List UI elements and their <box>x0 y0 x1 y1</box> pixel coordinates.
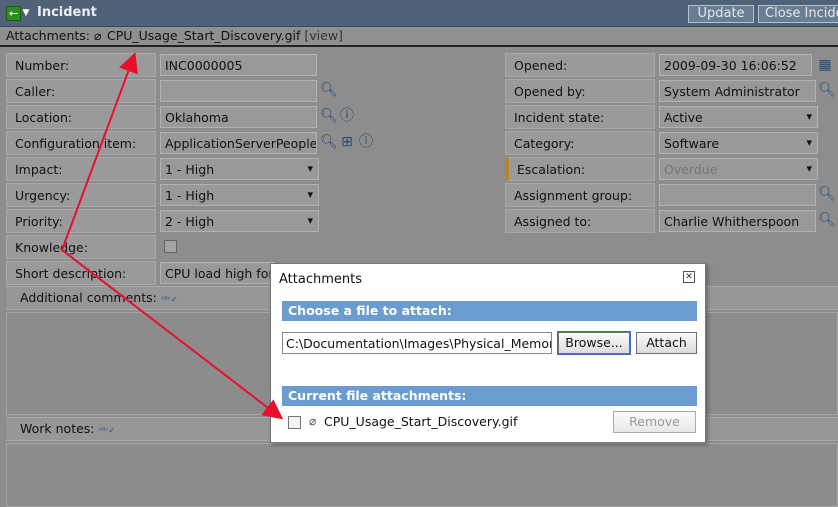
attach-button[interactable]: Attach <box>636 332 697 354</box>
page-title: Incident <box>37 5 97 20</box>
additional-comments-label: Additional comments: <box>20 290 157 305</box>
browse-button[interactable]: Browse... <box>557 331 631 355</box>
knowledge-checkbox[interactable] <box>164 240 177 253</box>
attachments-bar: Attachments: ⌀ CPU_Usage_Start_Discovery… <box>0 27 838 47</box>
attachments-dialog: Attachments ✕ Choose a file to attach: C… <box>270 263 706 443</box>
short-description-field[interactable]: CPU load high for d <box>160 262 275 284</box>
search-icon[interactable]: 🔍︎ <box>818 186 836 202</box>
impact-label: Impact: <box>6 157 156 181</box>
urgency-label: Urgency: <box>6 183 156 207</box>
category-label: Category: <box>505 131 655 155</box>
impact-select[interactable]: 1 - High <box>160 158 319 180</box>
attachment-checkbox[interactable] <box>288 416 301 429</box>
chevron-down-icon: ▼ <box>22 8 30 18</box>
attachments-label: Attachments: <box>6 28 91 43</box>
urgency-select[interactable]: 1 - High <box>160 184 319 206</box>
assignment-group-field[interactable] <box>659 184 816 206</box>
configuration-item-label: Configuration item: <box>6 131 156 155</box>
back-icon: ← <box>6 6 21 21</box>
paperclip-icon: ⌀ <box>94 28 102 43</box>
close-icon[interactable]: ✕ <box>683 271 695 283</box>
incident-state-select[interactable]: Active <box>659 106 818 128</box>
back-button[interactable]: ← ▼ <box>6 6 32 22</box>
escalation-select: Overdue <box>659 158 818 180</box>
number-field[interactable]: INC0000005 <box>160 54 317 76</box>
number-label: Number: <box>6 53 156 77</box>
search-icon[interactable]: 🔍︎ <box>818 212 836 228</box>
escalation-label: Escalation: <box>505 157 655 181</box>
work-notes-label: Work notes: <box>20 421 95 436</box>
caller-field[interactable] <box>160 80 317 102</box>
paperclip-icon: ⌀ <box>309 414 317 428</box>
close-incident-button[interactable]: Close Incident <box>758 5 838 23</box>
incident-state-label: Incident state: <box>505 105 655 129</box>
choose-file-header: Choose a file to attach: <box>282 301 697 321</box>
opened-field[interactable]: 2009-09-30 16:06:52 <box>659 54 812 76</box>
assigned-to-label: Assigned to: <box>505 209 655 233</box>
spellcheck-icon[interactable]: ᴬᴮᶜ✓ <box>161 295 178 304</box>
priority-select[interactable]: 2 - High <box>160 210 319 232</box>
info-icon[interactable]: ⓘ <box>358 134 374 150</box>
search-icon[interactable]: 🔍︎ <box>320 108 338 124</box>
attachment-file-name: CPU_Usage_Start_Discovery.gif <box>324 414 518 429</box>
current-attachments-header: Current file attachments: <box>282 386 697 406</box>
location-label: Location: <box>6 105 156 129</box>
knowledge-label: Knowledge: <box>6 235 156 259</box>
dialog-title: Attachments <box>279 272 362 287</box>
assignment-group-label: Assignment group: <box>505 183 655 207</box>
category-select[interactable]: Software <box>659 132 818 154</box>
remove-button[interactable]: Remove <box>613 411 696 433</box>
search-icon[interactable]: 🔍︎ <box>320 82 338 98</box>
assigned-to-field[interactable]: Charlie Whitherspoon <box>659 210 816 232</box>
spellcheck-icon[interactable]: ᴬᴮᶜ✓ <box>99 426 116 435</box>
work-notes-textarea[interactable] <box>6 443 838 507</box>
file-path-input[interactable]: C:\Documentation\Images\Physical_Memory. <box>282 332 552 354</box>
location-field[interactable]: Oklahoma <box>160 106 317 128</box>
search-icon[interactable]: 🔍︎ <box>320 134 338 150</box>
attachment-link[interactable]: CPU_Usage_Start_Discovery.gif <box>107 28 300 43</box>
info-icon[interactable]: ⓘ <box>339 108 355 124</box>
opened-by-label: Opened by: <box>505 79 655 103</box>
short-description-label: Short description: <box>6 261 156 285</box>
configuration-item-field[interactable]: ApplicationServerPeopleS <box>160 132 317 154</box>
tree-icon[interactable]: ⊞ <box>339 134 355 150</box>
opened-by-field[interactable]: System Administrator <box>659 80 816 102</box>
view-link[interactable]: [view] <box>304 28 343 43</box>
calendar-icon[interactable]: ▦ <box>817 57 833 73</box>
priority-label: Priority: <box>6 209 156 233</box>
search-icon[interactable]: 🔍︎ <box>818 82 836 98</box>
opened-label: Opened: <box>505 53 655 77</box>
update-button[interactable]: Update <box>688 5 754 23</box>
caller-label: Caller: <box>6 79 156 103</box>
title-bar: ← ▼ Incident Update Close Incident <box>0 0 838 27</box>
